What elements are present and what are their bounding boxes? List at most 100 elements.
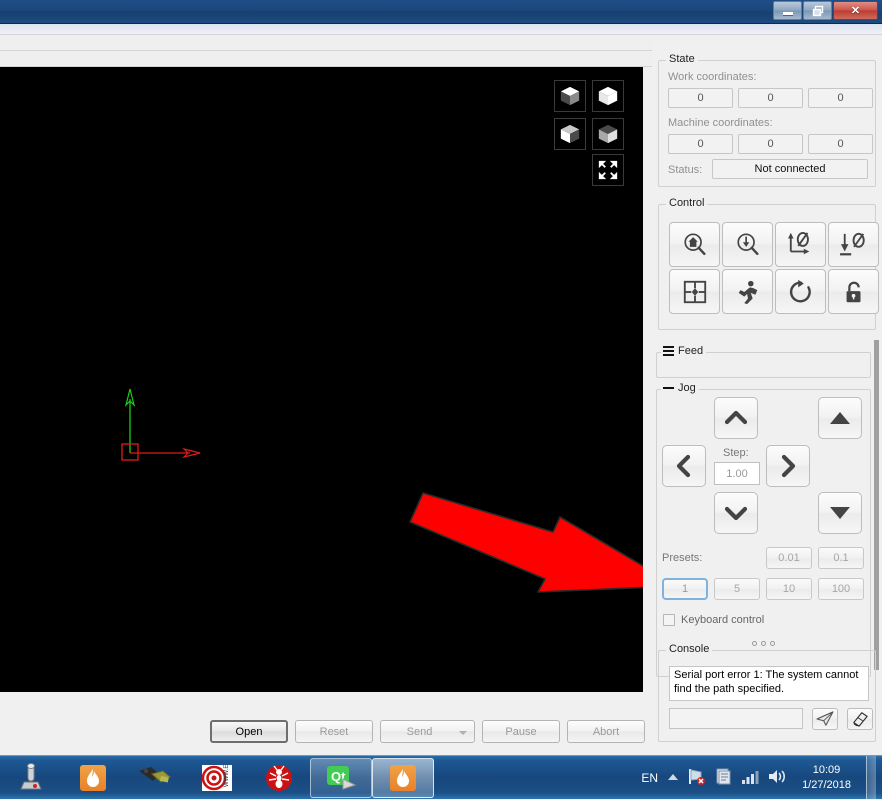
taskbar-joystick[interactable] [0,757,62,799]
machine-x-field: 0 [668,134,733,154]
probe-search-icon [736,232,758,255]
preset-10-button[interactable]: 10 [766,578,812,600]
clear-console-button[interactable] [847,708,873,730]
splitter-dot [752,641,757,646]
3d-viewport[interactable] [0,67,643,692]
panel-scrollbar[interactable] [872,340,880,670]
show-desktop-button[interactable] [866,756,876,800]
keyboard-control-checkbox[interactable] [663,614,675,626]
minimize-button[interactable] [773,1,802,20]
flame-icon [80,765,106,791]
view-cube-top-front-left-button[interactable] [554,80,586,112]
paper-plane-icon [816,711,834,726]
pause-button[interactable]: Pause [482,720,560,743]
clock[interactable]: 10:09 1/27/2018 [796,763,857,793]
zero-xy-button[interactable] [775,222,826,267]
probe-button[interactable] [722,222,773,267]
collapse-expand-icon[interactable] [663,346,674,356]
send-button[interactable]: Send [380,720,475,743]
open-button[interactable]: Open [210,720,288,743]
chevron-down-icon[interactable] [459,730,467,735]
taskbar-target[interactable]: WWW.EC.JP [186,757,248,799]
preset-100-button[interactable]: 100 [818,578,864,600]
console-input[interactable] [669,708,803,729]
jog-z-minus-button[interactable] [818,492,862,534]
panel-scrollbar-thumb[interactable] [874,340,879,670]
jog-group-title: Jog [678,382,696,394]
triangle-up-icon [830,412,850,424]
red-ant-icon [266,765,292,791]
work-z-field[interactable]: 0 [808,88,873,108]
unlock-button[interactable] [828,269,879,314]
preset-0.01-button[interactable]: 0.01 [766,547,812,569]
action-center-icon [716,768,731,785]
preset-5-button[interactable]: 5 [714,578,760,600]
window-controls: ✕ [773,1,878,20]
panel-splitter-handle[interactable] [752,641,775,646]
safe-position-button[interactable] [669,269,720,314]
zero-z-button[interactable] [828,222,879,267]
feed-group-header[interactable]: Feed [661,345,707,357]
jog-y-minus-button[interactable] [714,492,758,534]
status-badge: Not connected [712,159,868,179]
home-button[interactable] [669,222,720,267]
presets-row-1: 0.01 0.1 [766,547,864,569]
minimize-icon [782,12,793,15]
view-cube-top-front-right-button[interactable] [592,80,624,112]
work-y-field[interactable]: 0 [738,88,803,108]
volume-icon[interactable] [768,768,787,788]
preset-1-button[interactable]: 1 [662,578,708,600]
keyboard-control-label: Keyboard control [681,614,765,626]
step-input[interactable]: 1.00 [714,462,760,485]
machine-z-field: 0 [808,134,873,154]
action-center-icon[interactable] [715,768,732,788]
view-cube-isometric-right-button[interactable] [592,118,624,150]
jog-z-plus-button[interactable] [818,397,862,439]
jog-x-plus-button[interactable] [766,445,810,487]
signal-strength-icon[interactable] [741,769,759,788]
view-cube-isometric-left-button[interactable] [554,118,586,150]
taskbar-serial[interactable] [124,757,186,799]
view-cube-icon [560,86,580,106]
machine-coordinates-label: Machine coordinates: [668,117,773,129]
jog-group-header[interactable]: Jog [661,382,699,394]
fit-to-screen-icon [598,160,618,180]
send-command-button[interactable] [812,708,838,730]
keyboard-control-row[interactable]: Keyboard control [663,614,764,626]
work-coordinates-row: 0 0 0 [668,88,873,108]
preset-0.1-button[interactable]: 0.1 [818,547,864,569]
show-hidden-icons-button[interactable] [667,772,679,785]
taskbar-candle[interactable] [372,758,434,798]
windows-taskbar: WWW.EC.JP Qt EN 10:09 1/27/2018 [0,755,882,800]
collapse-expand-icon[interactable] [663,383,674,393]
close-icon: ✕ [850,5,861,17]
run-button[interactable] [722,269,773,314]
console-group-title: Console [666,643,713,655]
abort-button[interactable]: Abort [567,720,645,743]
language-indicator[interactable]: EN [641,771,658,785]
reset-controller-button[interactable] [775,269,826,314]
eraser-icon [853,712,868,727]
splitter-dot [770,641,775,646]
work-x-field[interactable]: 0 [668,88,733,108]
serial-connector-icon [139,767,171,783]
jog-y-plus-button[interactable] [714,397,758,439]
origin-axis-marker [118,385,208,468]
state-group-title: State [666,53,698,65]
taskbar-app-1[interactable] [62,757,124,799]
view-cube-icon [598,86,618,106]
presets-label: Presets: [662,552,703,564]
taskbar-ant[interactable] [248,757,310,799]
running-man-icon [738,280,757,304]
jog-x-minus-button[interactable] [662,445,706,487]
network-status-icon[interactable] [688,768,706,788]
chevron-up-icon [724,410,748,425]
annotation-arrow-icon [405,479,643,597]
restore-button[interactable] [803,1,832,20]
close-button[interactable]: ✕ [833,1,878,20]
fit-to-screen-button[interactable] [592,154,624,186]
refresh-icon [789,279,811,302]
reset-file-button[interactable]: Reset [295,720,373,743]
taskbar-qt[interactable]: Qt [310,758,372,798]
feed-group-title: Feed [678,345,704,357]
